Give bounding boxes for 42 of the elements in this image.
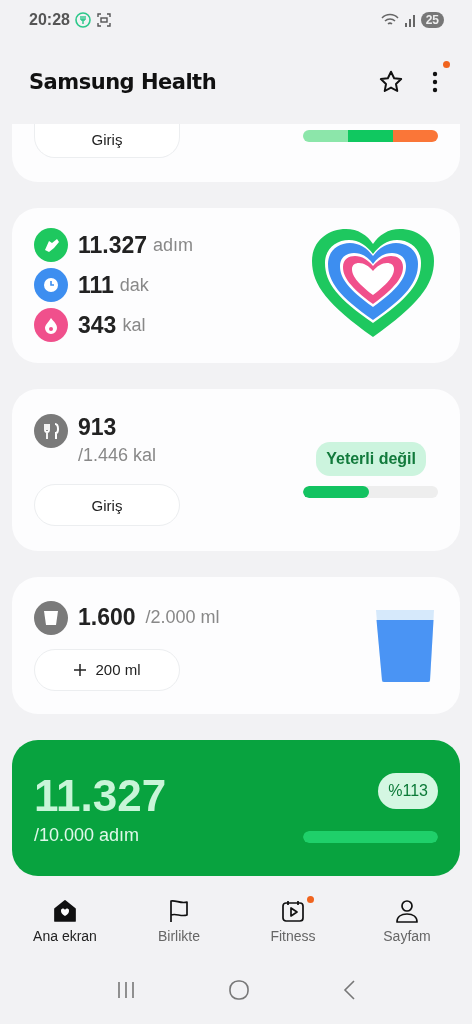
metric-unit: dak: [119, 274, 149, 296]
entry-button[interactable]: Giriş: [34, 484, 180, 527]
home-button-icon[interactable]: [228, 979, 250, 1001]
percent-badge: %113: [378, 773, 438, 809]
metric-value: 111: [78, 271, 114, 299]
screenshot-icon: [95, 12, 112, 28]
person-icon: [394, 898, 420, 924]
status-time: 20:28: [29, 11, 70, 29]
water-card[interactable]: 1.600 /2.000 ml 200 ml: [12, 577, 460, 715]
water-goal: /2.000 ml: [145, 607, 220, 629]
signal-icon: [403, 13, 416, 27]
cup-icon: [34, 600, 68, 635]
calorie-goal: /1.446 kal: [78, 445, 157, 467]
app-title: Samsung Health: [29, 70, 217, 94]
nav-tab[interactable]: Sayfam: [357, 898, 457, 944]
add-water-button[interactable]: 200 ml: [34, 648, 180, 691]
metric-unit: kal: [122, 314, 146, 336]
water-value: 1.600: [78, 604, 136, 632]
steps-card[interactable]: 11.327 /10.000 adım %113: [12, 740, 460, 876]
home-icon: [52, 898, 78, 924]
metric-unit: adım: [153, 234, 194, 256]
plus-icon: [73, 662, 88, 677]
star-icon[interactable]: [378, 69, 404, 95]
metric-value: 11.327: [78, 231, 148, 259]
calorie-value: 913: [78, 414, 118, 442]
food-card[interactable]: 913 /1.446 kal Giriş Yeterli değil: [12, 389, 460, 552]
nav-tab[interactable]: Birlikte: [129, 898, 229, 944]
recent-apps-icon[interactable]: [116, 981, 136, 999]
steps-value: 11.327: [34, 770, 167, 821]
back-icon[interactable]: [342, 980, 356, 1000]
calendar-play-icon: [280, 898, 306, 924]
fork-icon: [74, 12, 91, 28]
entry-button[interactable]: Giriş: [34, 124, 180, 158]
steps-goal: /10.000 adım: [34, 824, 141, 846]
fork-knife-icon: [34, 414, 68, 449]
battery-indicator: 25: [420, 12, 444, 28]
nav-tab[interactable]: Fitness: [243, 898, 343, 944]
nav-tab[interactable]: Ana ekran: [15, 898, 115, 944]
status-tooltip: Yeterli değil: [316, 442, 426, 477]
metric-value: 343: [78, 311, 117, 339]
activity-card[interactable]: 11.327 adım 111 dak 343 kal: [12, 207, 460, 364]
wifi-icon: [380, 13, 399, 27]
